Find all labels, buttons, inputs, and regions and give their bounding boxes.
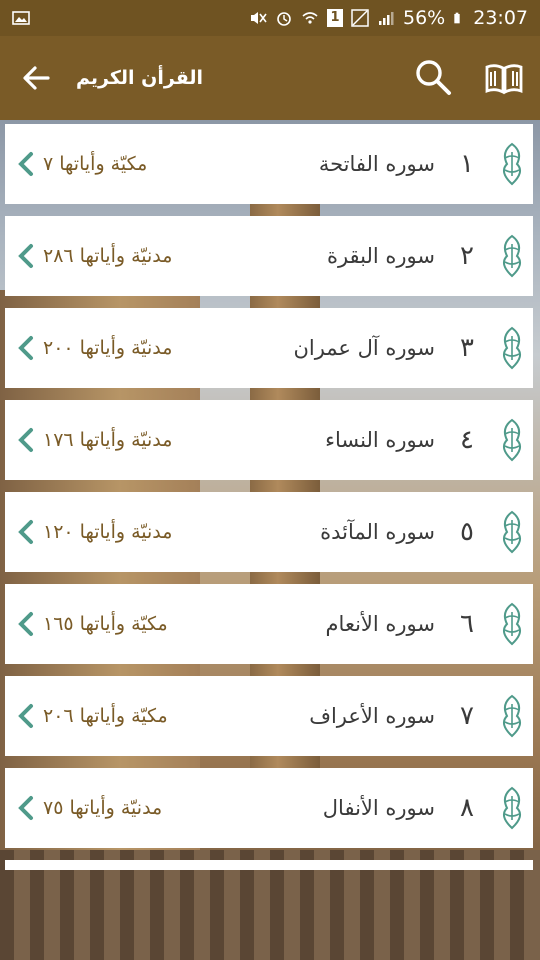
surah-number: ٥ bbox=[460, 517, 474, 547]
surah-number: ٨ bbox=[460, 793, 474, 823]
surah-row[interactable]: مدنيّة وأياتها ٧٥ سوره الأنفال ٨ bbox=[5, 768, 533, 848]
surah-emblem-icon bbox=[502, 418, 522, 462]
surah-emblem-icon bbox=[502, 326, 522, 370]
battery-percent: 56% bbox=[403, 7, 446, 29]
chevron-left-icon bbox=[18, 152, 33, 176]
surah-name: سوره آل عمران bbox=[293, 336, 435, 360]
surah-row[interactable]: مكيّة وأياتها ١٦٥ سوره الأنعام ٦ bbox=[5, 584, 533, 664]
sim-indicator: 1 bbox=[327, 9, 343, 27]
surah-row[interactable]: مدنيّة وأياتها ١٧٦ سوره النساء ٤ bbox=[5, 400, 533, 480]
surah-emblem-icon bbox=[502, 694, 522, 738]
surah-emblem-icon bbox=[502, 142, 522, 186]
surah-number: ١ bbox=[460, 149, 474, 179]
chevron-left-icon bbox=[18, 520, 33, 544]
surah-number: ٦ bbox=[460, 609, 474, 639]
surah-info: مدنيّة وأياتها ١٢٠ bbox=[43, 521, 173, 543]
chevron-left-icon bbox=[18, 704, 33, 728]
surah-name: سوره البقرة bbox=[326, 244, 435, 268]
surah-info: مكيّة وأياتها ٢٠٦ bbox=[43, 705, 168, 727]
battery-icon bbox=[454, 12, 460, 24]
status-bar: 1 56% 23:07 bbox=[0, 0, 540, 36]
surah-info: مدنيّة وأياتها ٢٨٦ bbox=[43, 245, 173, 267]
surah-name: سوره المآئدة bbox=[320, 520, 435, 544]
surah-row[interactable]: مدنيّة وأياتها ١٢٠ سوره المآئدة ٥ bbox=[5, 492, 533, 572]
chevron-left-icon bbox=[18, 612, 33, 636]
surah-row[interactable]: مدنيّة وأياتها ٢٨٦ سوره البقرة ٢ bbox=[5, 216, 533, 296]
app-bar: القرأن الكريم bbox=[0, 36, 540, 120]
surah-row[interactable]: مكيّة وأياتها ٢٠٦ سوره الأعراف ٧ bbox=[5, 676, 533, 756]
surah-emblem-icon bbox=[502, 786, 522, 830]
surah-number: ٤ bbox=[460, 425, 474, 455]
surah-info: مدنيّة وأياتها ٧٥ bbox=[43, 797, 163, 819]
surah-row[interactable]: مكيّة وأياتها ٧ سوره الفاتحة ١ bbox=[5, 124, 533, 204]
page-title: القرأن الكريم bbox=[76, 67, 204, 89]
gallery-notification-icon bbox=[12, 11, 30, 25]
surah-emblem-icon bbox=[502, 602, 522, 646]
surah-row[interactable]: مدنيّة وأياتها ٢٠٠ سوره آل عمران ٣ bbox=[5, 308, 533, 388]
signal-icon bbox=[379, 12, 394, 25]
surah-info: مدنيّة وأياتها ١٧٦ bbox=[43, 429, 173, 451]
no-sim-signal-icon bbox=[351, 9, 369, 27]
alarm-icon bbox=[277, 12, 291, 26]
chevron-left-icon bbox=[18, 796, 33, 820]
surah-name: سوره النساء bbox=[325, 428, 435, 452]
mute-icon bbox=[251, 12, 267, 24]
surah-info: مكيّة وأياتها ١٦٥ bbox=[43, 613, 168, 635]
surah-name: سوره الأنعام bbox=[325, 612, 435, 636]
surah-name: سوره الأنفال bbox=[322, 796, 435, 820]
book-icon[interactable] bbox=[484, 58, 524, 98]
surah-emblem-icon bbox=[502, 510, 522, 554]
surah-number: ٢ bbox=[460, 241, 474, 271]
surah-info: مكيّة وأياتها ٧ bbox=[43, 153, 148, 175]
surah-name: سوره الأعراف bbox=[309, 704, 435, 728]
chevron-left-icon bbox=[18, 428, 33, 452]
wifi-icon bbox=[302, 12, 318, 24]
clock: 23:07 bbox=[473, 7, 528, 29]
chevron-left-icon bbox=[18, 336, 33, 360]
list-item-partial[interactable] bbox=[5, 860, 533, 870]
search-icon[interactable] bbox=[412, 56, 454, 98]
chevron-left-icon bbox=[18, 244, 33, 268]
surah-name: سوره الفاتحة bbox=[318, 152, 435, 176]
surah-number: ٣ bbox=[460, 333, 474, 363]
surah-info: مدنيّة وأياتها ٢٠٠ bbox=[43, 337, 173, 359]
surah-emblem-icon bbox=[502, 234, 522, 278]
back-arrow-icon[interactable] bbox=[18, 60, 54, 96]
surah-number: ٧ bbox=[460, 701, 474, 731]
